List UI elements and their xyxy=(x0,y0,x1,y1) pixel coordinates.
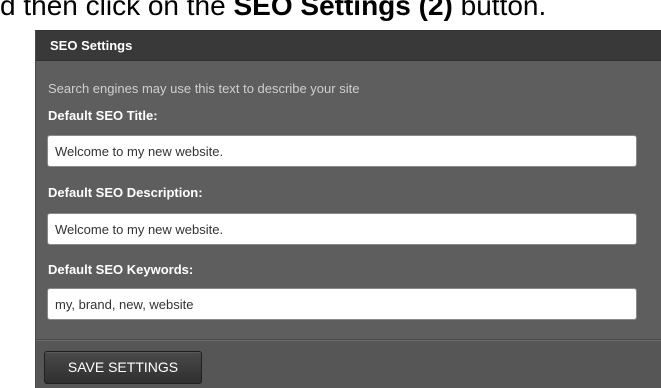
seo-description-label: Default SEO Description: xyxy=(48,185,203,200)
caption-prefix: d then click on the xyxy=(0,0,234,21)
seo-hint-text: Search engines may use this text to desc… xyxy=(48,81,360,96)
seo-description-input[interactable] xyxy=(47,213,637,245)
seo-keywords-label: Default SEO Keywords: xyxy=(48,262,194,277)
instruction-caption: d then click on the SEO Settings (2) but… xyxy=(0,0,661,24)
seo-keywords-input[interactable] xyxy=(47,288,637,320)
caption-suffix: button. xyxy=(452,0,547,21)
seo-title-label: Default SEO Title: xyxy=(48,108,158,123)
seo-title-input[interactable] xyxy=(47,135,637,167)
panel-footer: SAVE SETTINGS xyxy=(36,341,661,388)
save-settings-button[interactable]: SAVE SETTINGS xyxy=(44,351,202,384)
seo-settings-panel: SEO Settings Search engines may use this… xyxy=(35,30,661,388)
caption-bold-text: SEO Settings (2) xyxy=(233,0,453,21)
panel-title: SEO Settings xyxy=(36,31,661,61)
